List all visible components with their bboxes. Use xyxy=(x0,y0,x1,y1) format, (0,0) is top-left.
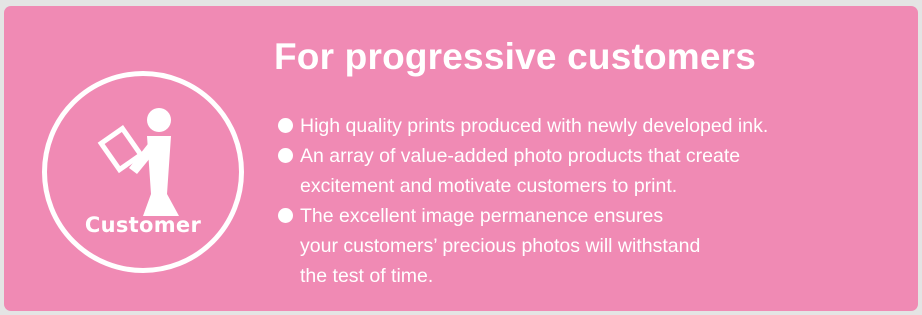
list-item: High quality prints produced with newly … xyxy=(278,111,768,141)
list-item-text: An array of value-added photo products t… xyxy=(300,145,741,167)
list-item: The excellent image permanence ensures y… xyxy=(278,201,768,291)
feature-list: High quality prints produced with newly … xyxy=(278,111,768,291)
list-item-text: excitement and motivate customers to pri… xyxy=(300,175,678,197)
customer-panel: Customer For progressive customers High … xyxy=(4,6,918,311)
badge-label: Customer xyxy=(84,213,202,237)
customer-badge: Customer xyxy=(42,71,244,273)
list-item-text: High quality prints produced with newly … xyxy=(300,115,769,137)
bullet-dot-icon xyxy=(278,118,293,133)
reading-person-icon xyxy=(97,108,179,216)
bullet-dot-icon xyxy=(278,208,293,223)
list-item-text: The excellent image permanence ensures xyxy=(300,205,664,227)
bullet-dot-icon xyxy=(278,148,293,163)
list-item-text: the test of time. xyxy=(300,265,434,287)
list-item: An array of value-added photo products t… xyxy=(278,141,768,201)
panel-title: For progressive customers xyxy=(274,36,757,77)
list-item-text: your customers’ precious photos will wit… xyxy=(300,235,701,257)
